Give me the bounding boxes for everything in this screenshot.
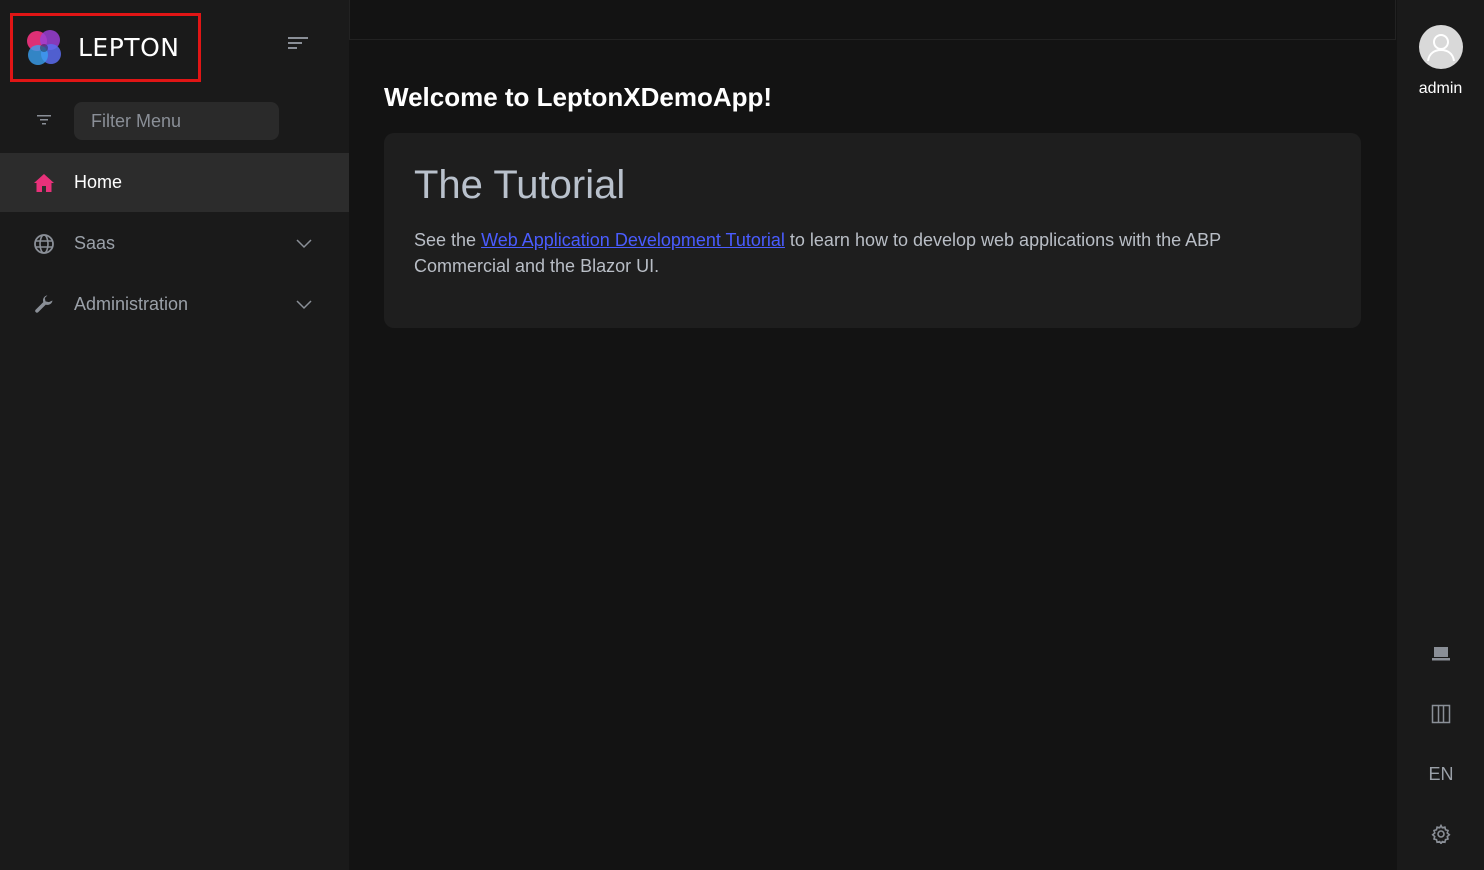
card-text-before: See the	[414, 230, 482, 250]
globe-icon	[33, 233, 55, 255]
card-heading: The Tutorial	[414, 163, 626, 207]
sidebar-menu: Home Saas Administration	[0, 153, 349, 336]
filter-icon	[37, 115, 51, 125]
home-icon	[33, 172, 55, 194]
brand[interactable]: LEPTON	[10, 13, 201, 82]
brand-name: LEPTON	[78, 33, 180, 62]
sidebar-item-administration[interactable]: Administration	[0, 275, 349, 334]
chevron-down-icon	[296, 299, 312, 309]
layout-button[interactable]	[1426, 699, 1456, 729]
top-bar	[349, 0, 1396, 40]
chevron-down-icon	[296, 238, 312, 248]
language-label: EN	[1428, 763, 1454, 784]
columns-icon	[1431, 704, 1451, 724]
sidebar-item-home[interactable]: Home	[0, 153, 349, 212]
sidebar-item-label: Saas	[74, 233, 116, 253]
settings-button[interactable]	[1426, 819, 1456, 849]
user-name[interactable]: admin	[1397, 80, 1484, 98]
sidebar-item-saas[interactable]: Saas	[0, 214, 349, 273]
menu-collapse-icon[interactable]	[287, 35, 309, 51]
appearance-button[interactable]	[1426, 639, 1456, 669]
page-title: Welcome to LeptonXDemoApp!	[384, 82, 773, 112]
wrench-icon	[33, 294, 55, 316]
sidebar: LEPTON Home	[0, 0, 349, 870]
sidebar-item-label: Home	[74, 172, 123, 192]
lepton-logo-icon	[27, 29, 61, 65]
settings-gear-icon	[1431, 824, 1451, 844]
tutorial-link[interactable]: Web Application Development Tutorial	[481, 230, 785, 250]
app-root: LEPTON Home	[0, 0, 1484, 870]
filter-row	[0, 102, 349, 140]
sidebar-item-label: Administration	[74, 294, 189, 314]
filter-menu-input[interactable]	[74, 102, 279, 140]
right-toolbar: admin EN	[1397, 0, 1484, 870]
card-text: See the Web Application Development Tuto…	[414, 227, 1314, 279]
user-icon	[1427, 34, 1455, 62]
language-button[interactable]: EN	[1426, 759, 1456, 789]
tutorial-card: The Tutorial See the Web Application Dev…	[384, 133, 1361, 328]
user-avatar[interactable]	[1419, 25, 1463, 69]
laptop-icon	[1432, 647, 1450, 661]
